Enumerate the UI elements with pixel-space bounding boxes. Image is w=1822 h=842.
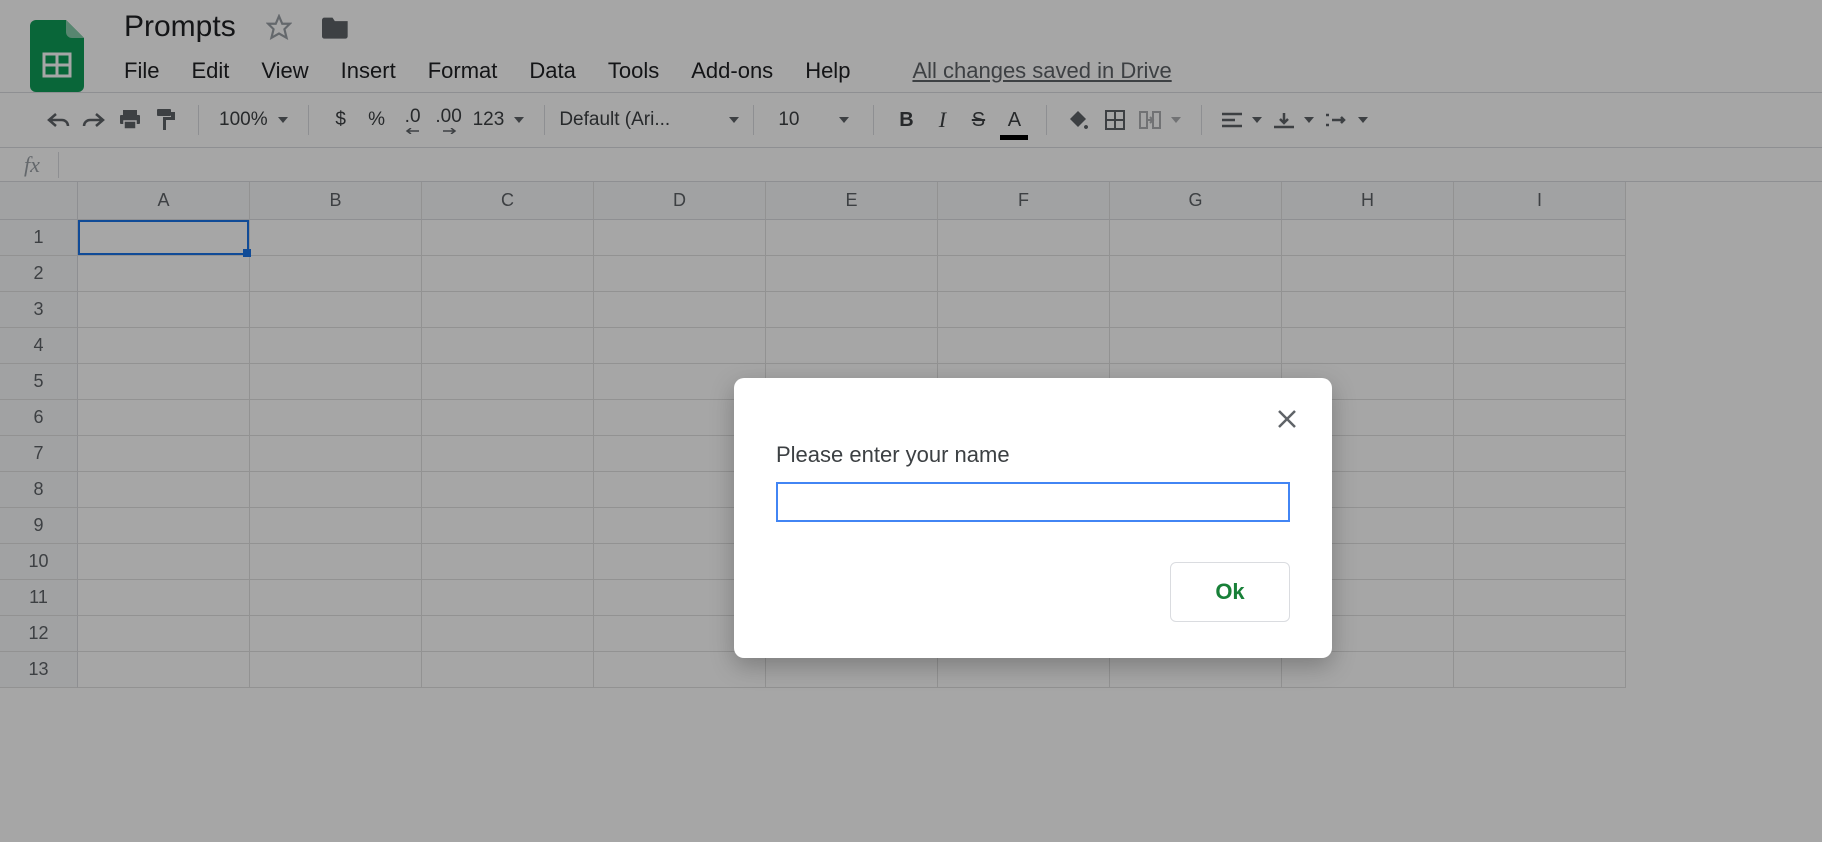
dialog-actions: Ok xyxy=(776,562,1290,622)
modal-overlay[interactable]: Please enter your name Ok xyxy=(0,0,1822,842)
dialog-prompt-text: Please enter your name xyxy=(776,442,1290,468)
ok-button[interactable]: Ok xyxy=(1170,562,1290,622)
close-icon[interactable] xyxy=(1276,408,1298,435)
prompt-dialog: Please enter your name Ok xyxy=(734,378,1332,658)
dialog-input[interactable] xyxy=(776,482,1290,522)
